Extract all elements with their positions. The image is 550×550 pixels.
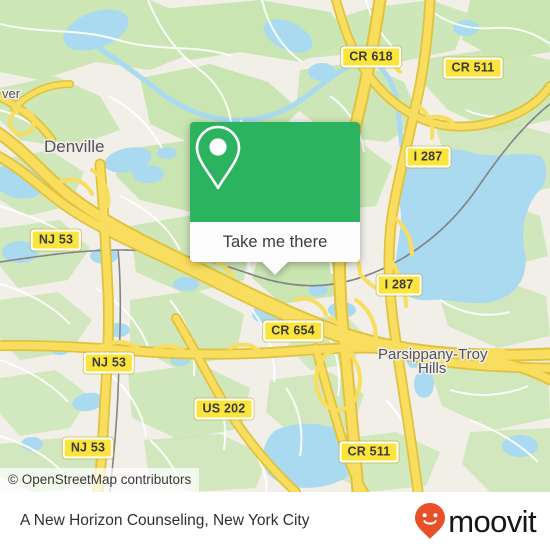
location-pin-icon bbox=[195, 125, 241, 190]
location-title: A New Horizon Counseling, New York City bbox=[20, 512, 310, 529]
road-shield-i-287-south: I 287 bbox=[376, 274, 422, 296]
moovit-smiley-pin-icon bbox=[415, 503, 446, 539]
bottom-bar-content: A New Horizon Counseling, New York City … bbox=[0, 492, 550, 550]
road-shield-label: CR 654 bbox=[263, 320, 323, 342]
road-shield-label: CR 511 bbox=[443, 57, 503, 79]
map-attribution[interactable]: © OpenStreetMap contributors bbox=[0, 468, 200, 492]
road-shield-label: US 202 bbox=[194, 398, 254, 420]
moovit-wordmark: moovit bbox=[448, 503, 536, 539]
road-shield-label: CR 618 bbox=[341, 46, 401, 68]
place-label: ver bbox=[2, 86, 21, 101]
map-page: ver Denville Parsippany-Troy Hills CR 61… bbox=[0, 0, 550, 550]
map-canvas[interactable]: ver Denville Parsippany-Troy Hills CR 61… bbox=[0, 0, 550, 492]
road-shield-nj-53-mid: NJ 53 bbox=[83, 352, 135, 374]
popup-card-header bbox=[190, 122, 360, 222]
road-shield-cr-618: CR 618 bbox=[341, 46, 401, 68]
popup-card-pointer bbox=[262, 262, 288, 275]
place-label: Denville bbox=[44, 137, 104, 156]
location-popup-card[interactable]: Take me there bbox=[190, 122, 360, 275]
road-shield-cr-654: CR 654 bbox=[263, 320, 323, 342]
moovit-brand[interactable]: moovit bbox=[413, 501, 537, 541]
bottom-bar: A New Horizon Counseling, New York City … bbox=[0, 492, 550, 550]
road-shield-cr-511-south: CR 511 bbox=[339, 441, 399, 463]
place-label: Hills bbox=[418, 360, 446, 377]
road-shield-label: NJ 53 bbox=[30, 229, 82, 251]
road-shield-label: NJ 53 bbox=[83, 352, 135, 374]
road-shield-cr-511: CR 511 bbox=[443, 57, 503, 79]
take-me-there-label: Take me there bbox=[222, 232, 328, 251]
road-shield-label: I 287 bbox=[405, 146, 451, 168]
road-shield-nj-53-south: NJ 53 bbox=[62, 437, 114, 459]
road-shield-label: CR 511 bbox=[339, 441, 399, 463]
road-shield-label: I 287 bbox=[376, 274, 422, 296]
road-shield-label: NJ 53 bbox=[62, 437, 114, 459]
road-shield-i-287: I 287 bbox=[405, 146, 451, 168]
road-shield-nj-53: NJ 53 bbox=[30, 229, 82, 251]
take-me-there-button[interactable]: Take me there bbox=[190, 222, 360, 262]
road-shield-us-202: US 202 bbox=[194, 398, 254, 420]
